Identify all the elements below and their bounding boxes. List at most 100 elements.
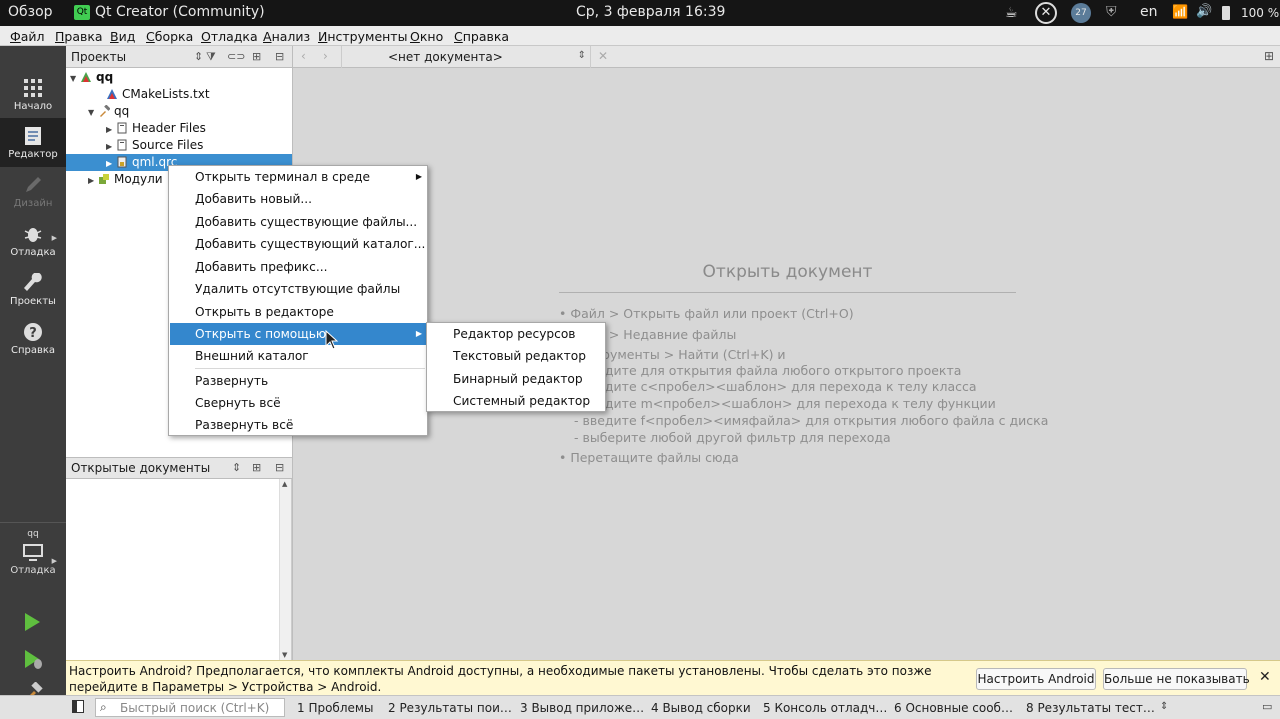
tree-node-target[interactable]: ▼ qq <box>88 103 129 120</box>
menu-item-remove-missing[interactable]: Удалить отсутствующие файлы <box>170 278 426 300</box>
menu-tools[interactable]: Инструменты <box>318 29 407 44</box>
output-tab-debugger-console[interactable]: 5 Консоль отладч… <box>763 701 887 715</box>
menu-analyze[interactable]: Анализ <box>263 29 310 44</box>
notification-badge[interactable]: 27 <box>1071 3 1091 23</box>
dont-show-again-button[interactable]: Больше не показывать <box>1103 668 1250 690</box>
configure-android-button[interactable]: Настроить Android <box>976 668 1096 690</box>
forward-icon[interactable]: › <box>323 49 328 63</box>
close-document-icon[interactable]: ✕ <box>598 49 608 63</box>
menu-item-expand-all[interactable]: Развернуть всё <box>170 414 426 436</box>
mode-design[interactable]: Дизайн <box>0 167 66 216</box>
tree-node-modules[interactable]: ▶ Модули <box>88 171 163 188</box>
keyboard-layout[interactable]: en <box>1140 4 1158 20</box>
submenu-item-binary-editor[interactable]: Бинарный редактор <box>428 368 604 390</box>
document-selector[interactable]: <нет документа> ⇕ <box>341 46 591 68</box>
menu-item-add-existing-directory[interactable]: Добавить существующий каталог... <box>170 233 426 255</box>
projects-panel-title[interactable]: Проекты <box>71 50 126 64</box>
menu-build[interactable]: Сборка <box>146 29 193 44</box>
menu-item-external-directory[interactable]: Внешний каталог <box>170 345 426 367</box>
mode-edit[interactable]: Редактор <box>0 118 66 167</box>
menu-item-collapse-all[interactable]: Свернуть всё <box>170 392 426 414</box>
menu-item-add-existing-files[interactable]: Добавить существующие файлы... <box>170 211 426 233</box>
mode-label: Отладка <box>10 247 56 258</box>
chevron-right-icon[interactable]: ▶ <box>106 121 116 138</box>
progress-details-icon[interactable]: ▭ <box>1262 700 1272 713</box>
search-input[interactable]: Быстрый поиск (Ctrl+K) <box>120 701 269 715</box>
menu-window[interactable]: Окно <box>410 29 443 44</box>
output-tab-compile-output[interactable]: 4 Вывод сборки <box>651 701 751 715</box>
menu-item-open-terminal[interactable]: Открыть терминал в среде ▶ <box>170 166 426 188</box>
tree-node-label: Source Files <box>132 138 204 152</box>
hint-line: - введите m<пробел><шаблон> для перехода… <box>574 396 996 411</box>
scrollbar[interactable]: ▲ ▼ <box>279 479 291 660</box>
output-tab-application-output[interactable]: 3 Вывод приложе… <box>520 701 644 715</box>
output-tab-search-results[interactable]: 2 Результаты пои… <box>388 701 512 715</box>
chevron-down-icon[interactable]: ▼ <box>88 104 98 121</box>
chevron-down-icon[interactable]: ▼ <box>70 70 80 87</box>
chevron-updown-icon[interactable]: ⇕ <box>232 461 241 474</box>
submenu-item-system-editor[interactable]: Системный редактор <box>428 390 604 412</box>
chevron-right-icon[interactable]: ▶ <box>88 172 98 189</box>
close-panel-icon[interactable]: ⊟ <box>275 461 284 474</box>
link-icon[interactable]: ⊂⊃ <box>227 50 245 63</box>
debug-run-icon[interactable] <box>22 648 44 670</box>
tree-node-project[interactable]: ▼ qq <box>70 69 113 86</box>
clock[interactable]: Ср, 3 февраля 16:39 <box>576 4 725 20</box>
split-editor-icon[interactable]: ⊞ <box>1264 49 1274 63</box>
mode-projects[interactable]: Проекты <box>0 265 66 314</box>
menu-view[interactable]: Вид <box>110 29 135 44</box>
output-tab-test-results[interactable]: 8 Результаты тест… <box>1026 701 1155 715</box>
mode-help[interactable]: ? Справка <box>0 314 66 363</box>
volume-icon[interactable]: 🔊 <box>1196 4 1212 19</box>
kit-selector[interactable]: qq Отладка ▶ <box>0 529 66 589</box>
mode-selector-bar: Начало Редактор Дизайн Отладка ▶ Проекты… <box>0 46 66 702</box>
x-circle-icon[interactable]: ✕ <box>1035 2 1057 24</box>
split-icon[interactable]: ⊞ <box>252 461 261 474</box>
wifi-icon[interactable]: 📶 <box>1172 5 1188 20</box>
mode-debug[interactable]: Отладка ▶ <box>0 216 66 265</box>
scroll-down-icon[interactable]: ▼ <box>282 651 287 659</box>
menu-item-expand[interactable]: Развернуть <box>170 370 426 392</box>
info-bar-message: Настроить Android? Предполагается, что к… <box>69 664 932 694</box>
close-panel-icon[interactable]: ⊟ <box>275 50 284 63</box>
locator-search[interactable]: ⌕ Быстрый поиск (Ctrl+K) <box>95 698 285 717</box>
chevron-updown-icon[interactable]: ⇕ <box>194 50 203 63</box>
battery-icon[interactable] <box>1222 6 1230 20</box>
run-icon[interactable] <box>22 611 42 633</box>
chevron-right-icon[interactable]: ▶ <box>106 155 116 172</box>
menu-item-add-prefix[interactable]: Добавить префикс... <box>170 256 426 278</box>
scroll-up-icon[interactable]: ▲ <box>282 480 287 488</box>
back-icon[interactable]: ‹ <box>301 49 306 63</box>
coffee-icon[interactable]: ☕ <box>1005 5 1018 21</box>
submenu-item-resource-editor[interactable]: Редактор ресурсов <box>428 323 604 345</box>
mode-label: Справка <box>10 345 56 356</box>
output-tab-issues[interactable]: 1 Проблемы <box>297 701 373 715</box>
tree-node-label: qq <box>114 104 130 118</box>
menu-file[interactable]: Файл <box>10 29 45 44</box>
tree-node-folder[interactable]: ▶ Source Files <box>106 137 203 154</box>
chevron-right-icon[interactable]: ▶ <box>106 138 116 155</box>
filter-icon[interactable]: ⧩ <box>206 50 216 64</box>
hammer-icon <box>100 105 110 117</box>
toggle-sidebar-icon[interactable] <box>72 700 84 713</box>
menu-item-add-new[interactable]: Добавить новый... <box>170 188 426 210</box>
close-icon[interactable]: ✕ <box>1259 669 1271 685</box>
shield-icon[interactable]: ⛨ <box>1106 4 1117 20</box>
menu-item-open-with[interactable]: Открыть с помощью ▶ <box>170 323 426 345</box>
menu-edit[interactable]: Правка <box>55 29 103 44</box>
chevron-updown-icon[interactable]: ⇕ <box>1160 701 1168 712</box>
output-tab-general-messages[interactable]: 6 Основные сооб… <box>894 701 1013 715</box>
hint-line: - введите для открытия файла любого откр… <box>574 363 962 378</box>
split-icon[interactable]: ⊞ <box>252 50 261 63</box>
menu-help[interactable]: Справка <box>454 29 509 44</box>
submenu-item-text-editor[interactable]: Текстовый редактор <box>428 345 604 367</box>
app-title[interactable]: Qt Creator (Community) <box>95 4 265 20</box>
menu-item-open-in-editor[interactable]: Открыть в редакторе <box>170 301 426 323</box>
open-documents-title[interactable]: Открытые документы <box>71 461 210 475</box>
lock-file-icon <box>117 156 127 168</box>
menu-debug[interactable]: Отладка <box>201 29 258 44</box>
tree-node-folder[interactable]: ▶ Header Files <box>106 120 206 137</box>
mode-welcome[interactable]: Начало <box>0 70 66 119</box>
overview-button[interactable]: Обзор <box>8 4 53 20</box>
tree-node-file[interactable]: CMakeLists.txt <box>106 86 210 103</box>
